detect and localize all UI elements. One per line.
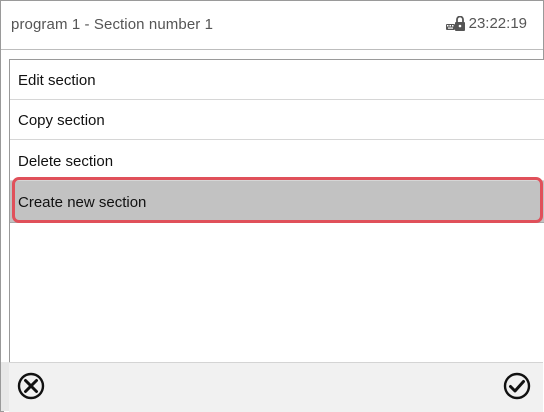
menu-item-label: Copy section	[18, 112, 105, 129]
menu-item-create-new-section[interactable]: Create new section	[10, 181, 544, 223]
confirm-button[interactable]	[501, 370, 533, 402]
confirm-check-icon	[503, 372, 531, 400]
window-frame: program 1 - Section number 1 23:22:19 Ed…	[0, 0, 544, 412]
title-bar: program 1 - Section number 1 23:22:19	[1, 1, 543, 50]
footer-bar	[9, 362, 543, 412]
cancel-button[interactable]	[15, 370, 47, 402]
menu-panel: Edit section Copy section Delete section…	[4, 59, 544, 412]
page-title: program 1 - Section number 1	[11, 16, 214, 33]
lock-keyboard-icon	[445, 15, 466, 32]
clock-time: 23:22:19	[468, 15, 527, 32]
cancel-x-icon	[17, 372, 45, 400]
screen: program 1 - Section number 1 23:22:19 Ed…	[0, 0, 544, 412]
menu-item-label: Create new section	[18, 194, 147, 211]
menu-item-label: Delete section	[18, 153, 114, 170]
menu-item-edit-section[interactable]: Edit section	[10, 60, 544, 100]
status-area: 23:22:19	[445, 15, 527, 32]
menu-item-delete-section[interactable]: Delete section	[10, 141, 544, 181]
footer-edge	[1, 362, 9, 411]
menu-item-copy-section[interactable]: Copy section	[10, 100, 544, 140]
menu-item-label: Edit section	[18, 72, 96, 89]
